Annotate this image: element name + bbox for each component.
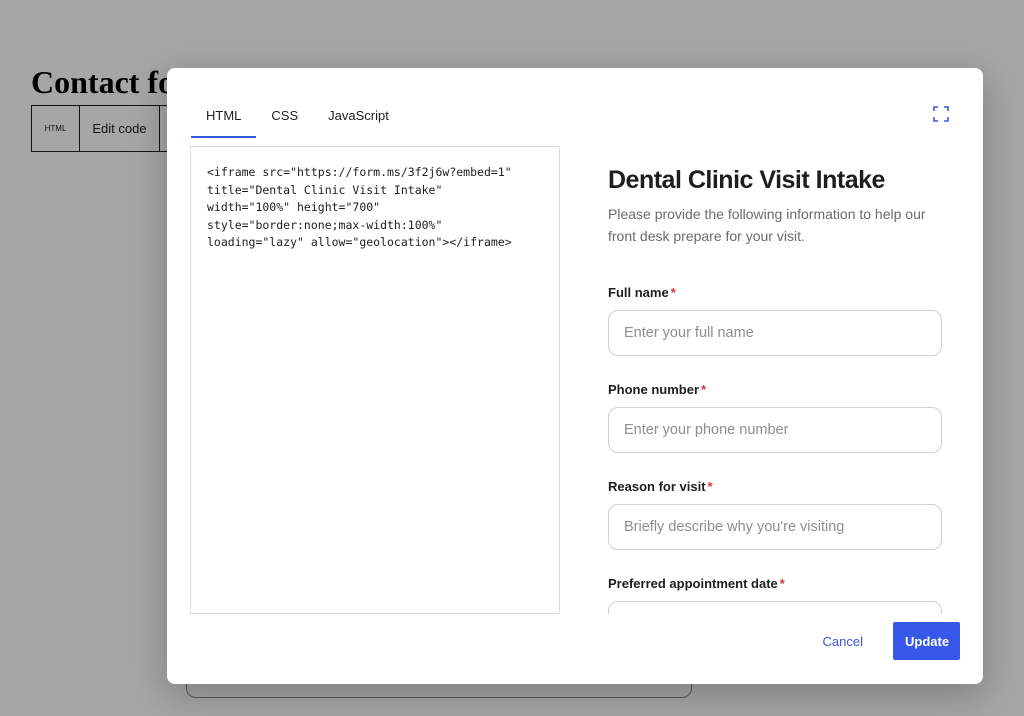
code-tabs: HTML CSS JavaScript — [191, 102, 404, 138]
required-marker: * — [779, 576, 785, 591]
date-input-wrapper — [608, 601, 943, 614]
form-subtitle: Please provide the following information… — [608, 206, 926, 244]
appointment-date-label: Preferred appointment date * — [608, 576, 785, 591]
full-name-input[interactable] — [608, 310, 942, 356]
field-full-name: Full name * — [608, 285, 943, 356]
expand-icon — [933, 106, 949, 122]
field-phone-number: Phone number * — [608, 382, 943, 453]
edit-code-modal: HTML CSS JavaScript <iframe src="https:/… — [167, 68, 983, 684]
html-code-editor[interactable]: <iframe src="https://form.ms/3f2j6w?embe… — [190, 146, 560, 614]
field-appointment-date: Preferred appointment date * — [608, 576, 943, 614]
full-name-label: Full name * — [608, 285, 676, 300]
fullscreen-button[interactable] — [931, 104, 951, 124]
field-reason-for-visit: Reason for visit * — [608, 479, 943, 550]
phone-number-label: Phone number * — [608, 382, 707, 397]
required-marker: * — [707, 479, 713, 494]
cancel-button[interactable]: Cancel — [803, 622, 883, 660]
update-button[interactable]: Update — [893, 622, 960, 660]
modal-actions: Cancel Update — [803, 622, 960, 660]
form-title: Dental Clinic Visit Intake — [608, 166, 885, 194]
calendar-icon[interactable] — [909, 613, 925, 614]
tab-css[interactable]: CSS — [256, 102, 313, 138]
tab-javascript[interactable]: JavaScript — [313, 102, 404, 138]
required-marker: * — [701, 382, 707, 397]
reason-for-visit-label: Reason for visit * — [608, 479, 713, 494]
form-preview: Dental Clinic Visit Intake Please provid… — [575, 146, 967, 614]
required-marker: * — [670, 285, 676, 300]
appointment-date-input[interactable] — [608, 601, 942, 614]
phone-number-input[interactable] — [608, 407, 942, 453]
reason-for-visit-input[interactable] — [608, 504, 942, 550]
tab-html[interactable]: HTML — [191, 102, 257, 138]
